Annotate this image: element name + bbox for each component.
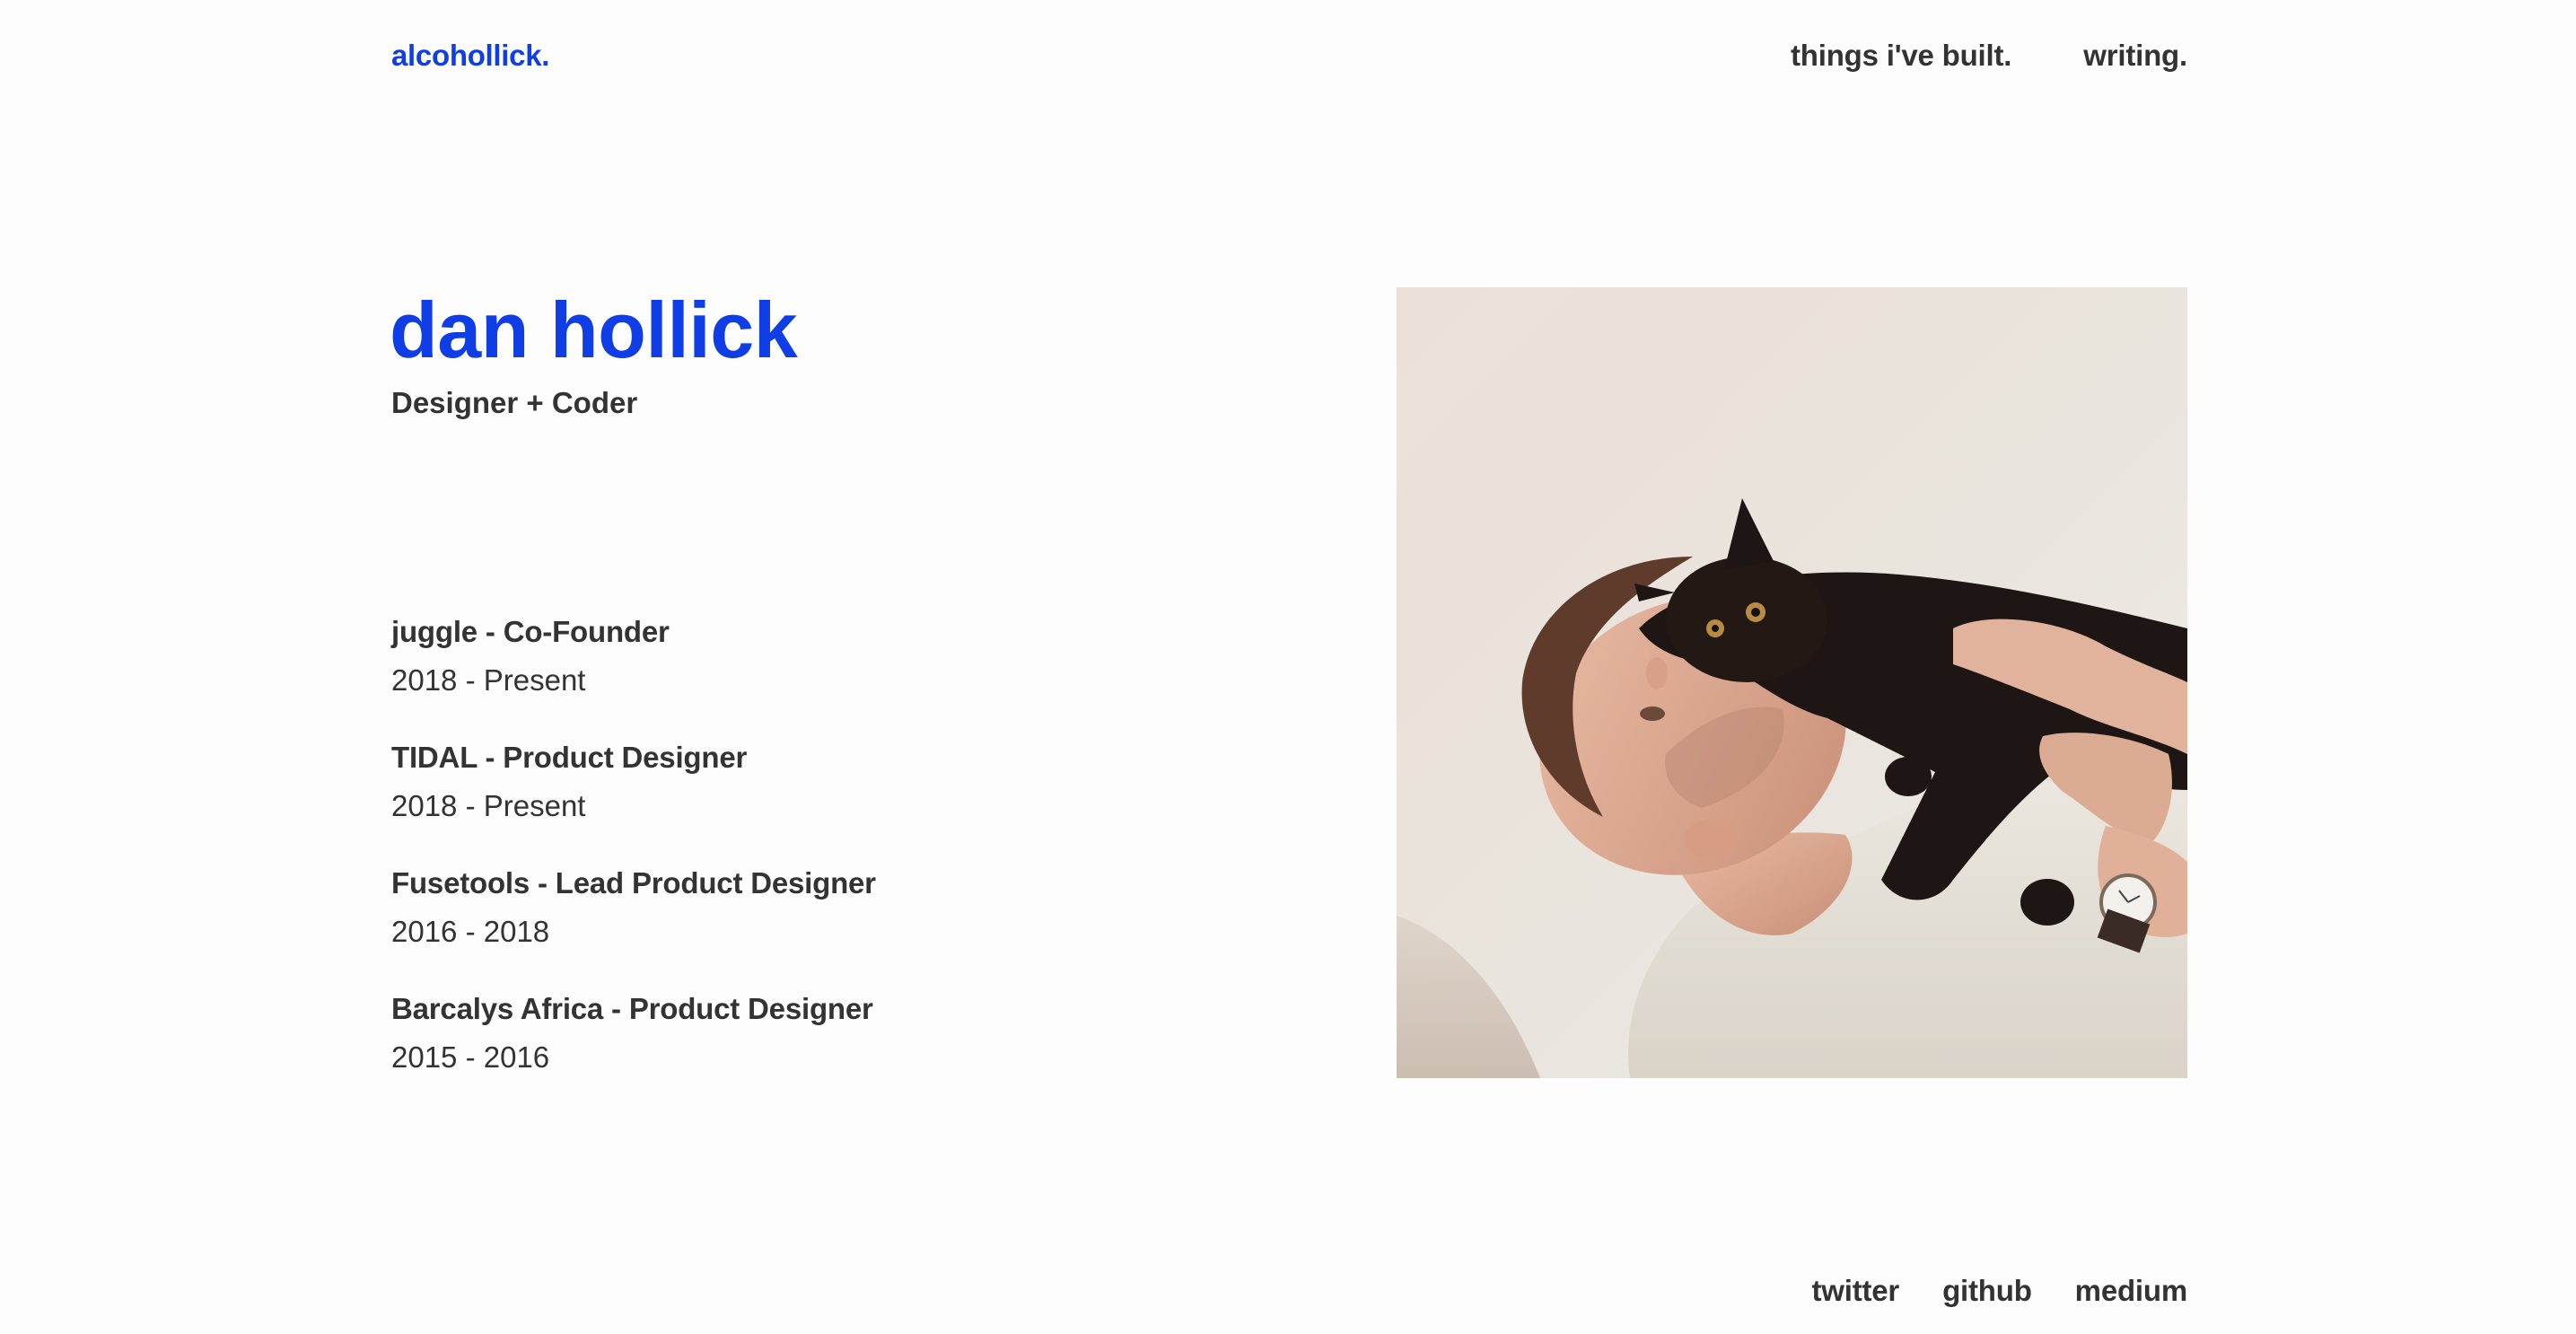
job-item: Fusetools - Lead Product Designer 2016 -… — [391, 864, 1289, 989]
job-item: juggle - Co-Founder 2018 - Present — [391, 612, 1289, 738]
footer-links: twitter github medium — [1811, 1273, 2187, 1309]
footer-link-twitter[interactable]: twitter — [1811, 1273, 1899, 1309]
footer-link-medium[interactable]: medium — [2075, 1273, 2188, 1309]
top-nav: things i've built. writing. — [1791, 38, 2187, 74]
job-item: TIDAL - Product Designer 2018 - Present — [391, 738, 1289, 864]
nav-link-writing[interactable]: writing. — [2083, 38, 2187, 74]
job-item: Barcalys Africa - Product Designer 2015 … — [391, 989, 1289, 1115]
page: alcohollick. things i've built. writing.… — [0, 0, 2576, 1334]
job-title: Fusetools - Lead Product Designer — [391, 866, 876, 900]
tagline: Designer + Coder — [391, 386, 638, 419]
job-dates: 2018 - Present — [391, 789, 586, 822]
job-list: juggle - Co-Founder 2018 - Present TIDAL… — [391, 612, 1289, 1115]
page-title: dan hollick — [390, 285, 798, 374]
nav-link-things-built[interactable]: things i've built. — [1791, 38, 2011, 74]
profile-photo — [1397, 287, 2187, 1078]
job-dates: 2015 - 2016 — [391, 1040, 550, 1074]
job-title: juggle - Co-Founder — [391, 615, 670, 648]
job-title: Barcalys Africa - Product Designer — [391, 992, 873, 1025]
job-dates: 2016 - 2018 — [391, 915, 550, 948]
logo-link[interactable]: alcohollick. — [391, 38, 549, 74]
portrait-with-black-cat-image — [1397, 287, 2187, 1078]
footer-link-github[interactable]: github — [1942, 1273, 2032, 1309]
job-dates: 2018 - Present — [391, 663, 586, 697]
job-title: TIDAL - Product Designer — [391, 741, 748, 774]
